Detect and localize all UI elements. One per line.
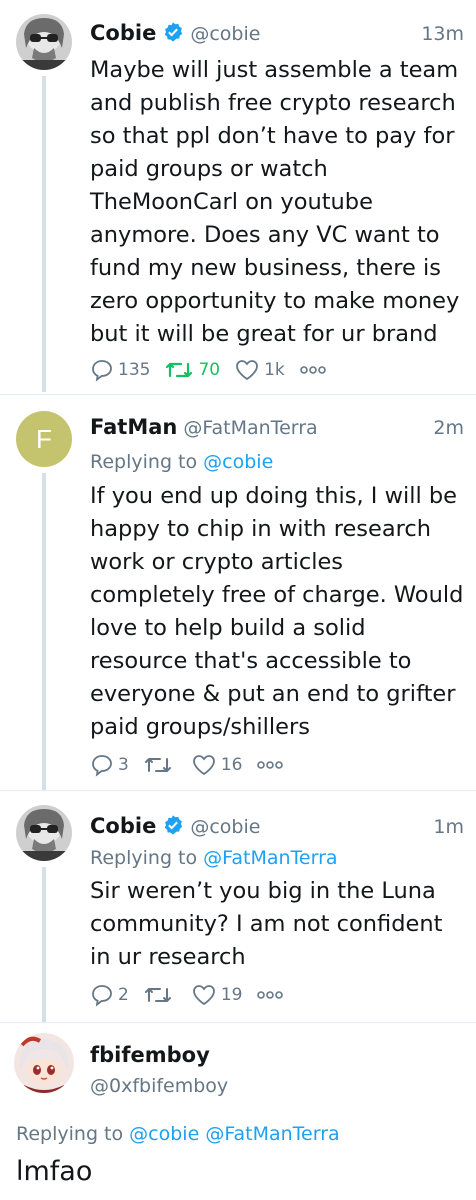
tweet-text: Sir weren’t you big in the Luna communit… [90,878,443,970]
cobie-avatar-image [16,805,72,861]
author-handle[interactable]: @0xfbifemboy [90,1075,228,1097]
reply-button[interactable]: 3 [90,753,129,777]
tweet-cobie-2[interactable]: Cobie @cobie 1m Replying to @FatManTerra… [0,791,476,1023]
timestamp[interactable]: 13m [421,23,464,45]
reply-icon [92,985,112,1007]
verified-badge-icon [162,21,184,43]
like-button[interactable]: 19 [191,983,243,1007]
reply-icon [92,755,112,777]
heart-icon [192,985,215,1006]
avatar-fbifemboy[interactable] [14,1033,74,1093]
tweet-text: Maybe will just assemble a team and publ… [90,57,460,347]
more-dots-icon [257,991,284,999]
mention-link[interactable]: @cobie [203,451,273,473]
like-count: 16 [220,755,243,775]
reply-icon [92,360,112,382]
tweet-fatman[interactable]: F FatMan @FatManTerra 2m Replying to @co… [0,395,476,791]
focused-tweet[interactable]: fbifemboy @0xfbifemboy Replying to @cobi… [0,1023,476,1200]
heart-icon [236,360,258,381]
replying-to: Replying to @cobie @FatManTerra [16,1123,340,1145]
mention-link-cobie[interactable]: @cobie [129,1123,199,1145]
retweet-icon [166,362,193,378]
replying-to: Replying to @cobie [90,451,274,473]
thread-line [42,473,46,791]
tweet-cobie-1[interactable]: Cobie @cobie 13m Maybe will just assembl… [0,0,476,392]
tweet-text: lmfao [16,1156,93,1187]
author-name[interactable]: Cobie [90,21,156,45]
retweet-icon [144,988,171,1002]
avatar-cobie[interactable] [16,805,72,861]
tweet-actions: 135 70 1k [90,356,345,384]
timestamp[interactable]: 1m [433,816,464,838]
cobie-avatar-image [16,14,72,70]
tweet-text: If you end up doing this, I will be happ… [90,483,464,740]
author-handle[interactable]: @cobie [190,23,260,45]
replying-to: Replying to @FatManTerra [90,847,338,869]
retweet-button[interactable]: 70 [164,358,220,382]
like-count: 1k [264,360,285,380]
tweet-actions: 2 19 [90,981,302,1009]
author-handle[interactable]: @FatManTerra [183,417,317,439]
tweet-actions: 3 16 [90,751,302,779]
author-name[interactable]: Cobie [90,814,156,838]
timestamp[interactable]: 2m [433,417,464,439]
retweet-button[interactable] [143,983,177,1007]
like-button[interactable]: 16 [191,753,243,777]
retweet-count: 70 [198,360,221,380]
mention-link-fatmanterra[interactable]: @FatManTerra [205,1123,339,1145]
author-handle[interactable]: @cobie [190,816,260,838]
like-button[interactable]: 1k [234,358,285,382]
more-button[interactable] [299,364,331,376]
thread-line [42,76,46,392]
more-button[interactable] [256,989,288,1001]
retweet-icon [144,758,171,772]
author-name[interactable]: fbifemboy [90,1043,210,1067]
more-dots-icon [257,761,284,769]
heart-icon [192,755,215,776]
anime-avatar-image [14,1033,74,1093]
reply-count: 135 [118,360,151,380]
avatar-letter: F [36,423,52,454]
more-button[interactable] [256,759,288,771]
avatar-fatman[interactable]: F [16,411,72,467]
more-dots-icon [299,366,326,374]
thread-line [42,867,46,1023]
reply-button[interactable]: 135 [90,358,150,382]
reply-count: 2 [118,985,129,1005]
avatar-cobie[interactable] [16,14,72,70]
retweet-button[interactable] [143,753,177,777]
mention-link[interactable]: @FatManTerra [203,847,337,869]
author-name[interactable]: FatMan [90,415,177,439]
reply-button[interactable]: 2 [90,983,129,1007]
like-count: 19 [220,985,243,1005]
verified-badge-icon [162,814,184,836]
reply-count: 3 [118,755,129,775]
